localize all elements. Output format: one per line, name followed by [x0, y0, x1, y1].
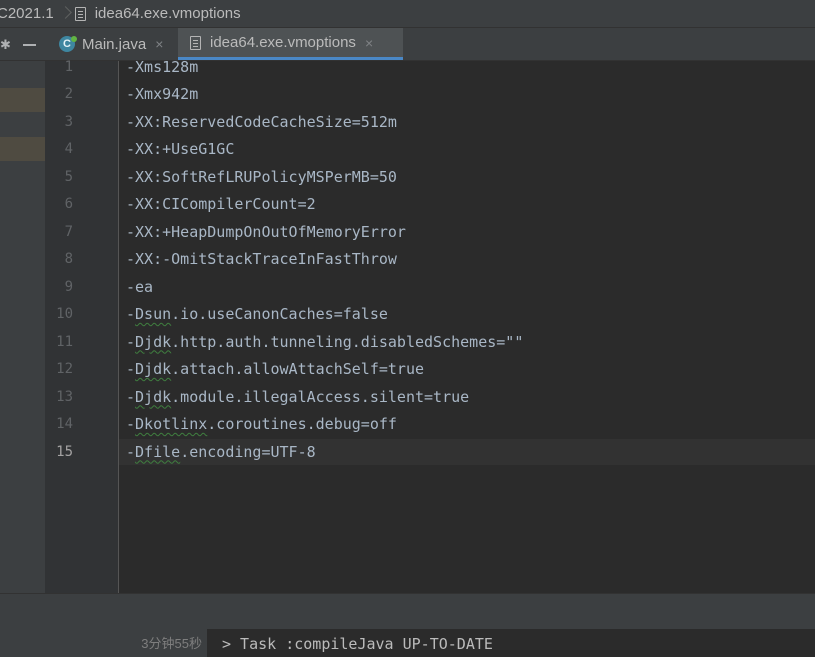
breadcrumb-file[interactable]: idea64.exe.vmoptions: [95, 5, 241, 22]
breadcrumb: C2021.1 idea64.exe.vmoptions: [0, 0, 815, 27]
code-text: .io.useCanonCaches=false: [171, 305, 388, 323]
code-text: .module.illegalAccess.silent=true: [171, 387, 470, 406]
close-icon[interactable]: ×: [155, 36, 163, 52]
code-text: -XX:SoftRefLRUPolicyMSPerMB=50: [126, 167, 397, 186]
line-number: 14: [56, 416, 73, 432]
line-number: 2: [64, 86, 73, 102]
code-text: -XX:+HeapDumpOnOutOfMemoryError: [126, 222, 406, 241]
code-text: -XX:+UseG1GC: [126, 140, 235, 158]
line-number: 10: [56, 306, 73, 322]
minimize-icon[interactable]: [23, 44, 36, 46]
line-number: 13: [56, 388, 73, 405]
console-output-line: > Task :compileJava UP-TO-DATE: [222, 635, 493, 653]
code-text: -: [126, 442, 136, 461]
settings-gear-icon[interactable]: ✱: [0, 37, 11, 53]
build-tree-panel: 3分钟55秒: [0, 629, 207, 657]
code-line: -XX:ReservedCodeCacheSize=512m: [126, 113, 397, 131]
spellcheck-word: Dsun: [135, 305, 172, 323]
code-text: -Xmx942m: [126, 85, 199, 103]
code-text: -XX:ReservedCodeCacheSize=512m: [126, 112, 397, 131]
line-number: 11: [56, 333, 73, 350]
code-text: -: [126, 305, 136, 323]
code-text: .http.auth.tunneling.disabledSchemes="": [171, 332, 524, 351]
code-text: -: [126, 387, 136, 406]
editor-tab-bar: ✱ C Main.java × idea64.exe.vmoptions ×: [0, 27, 815, 61]
tab-idea64-vmoptions[interactable]: idea64.exe.vmoptions ×: [178, 28, 403, 60]
code-line: -Djdk.attach.allowAttachSelf=true: [126, 360, 424, 378]
line-number: 9: [64, 278, 73, 295]
code-line: -Xmx942m: [126, 85, 198, 103]
code-text: .coroutines.debug=off: [207, 415, 397, 433]
code-line: -Dsun.io.useCanonCaches=false: [126, 305, 388, 323]
tab-label: idea64.exe.vmoptions: [210, 34, 356, 51]
code-text: .encoding=UTF-8: [180, 442, 316, 461]
file-icon: [74, 6, 86, 21]
code-text: -Xms128m: [126, 61, 199, 76]
code-line: -Djdk.http.auth.tunneling.disabledScheme…: [126, 333, 523, 351]
build-elapsed-time: 3分钟55秒: [141, 636, 202, 651]
spellcheck-word: Dfile: [135, 442, 181, 461]
code-line: -Djdk.module.illegalAccess.silent=true: [126, 388, 469, 406]
code-text: -: [126, 332, 136, 351]
chevron-right-icon: [61, 6, 69, 22]
line-number: 3: [64, 113, 73, 130]
line-number: 6: [64, 196, 73, 212]
spellcheck-word: Djdk: [135, 332, 172, 351]
spellcheck-word: Djdk: [135, 360, 172, 378]
code-editor[interactable]: -Xms128m -Xmx942m -XX:ReservedCodeCacheSiz…: [119, 61, 815, 593]
code-line: -XX:SoftRefLRUPolicyMSPerMB=50: [126, 168, 397, 186]
line-number: 15: [56, 443, 73, 460]
spellcheck-word: Djdk: [135, 387, 172, 406]
build-console[interactable]: > Task :compileJava UP-TO-DATE: [207, 629, 815, 657]
line-number: 7: [64, 223, 73, 240]
line-number-gutter: 1 2 3 4 5 6 7 8 9 10 11 12 13 14 15: [45, 58, 119, 593]
code-line: -ea: [126, 278, 153, 296]
breadcrumb-project[interactable]: C2021.1: [0, 5, 54, 22]
code-line: -Xms128m: [126, 61, 198, 76]
file-icon: [190, 35, 201, 50]
java-class-icon: C: [59, 36, 77, 52]
code-line: -Dfile.encoding=UTF-8: [126, 443, 316, 461]
code-line: -XX:CICompilerCount=2: [126, 195, 316, 213]
line-number: 5: [64, 168, 73, 185]
code-line: -XX:+UseG1GC: [126, 140, 234, 158]
line-number: 4: [64, 141, 73, 157]
code-text: -XX:CICompilerCount=2: [126, 195, 316, 213]
code-text: -: [126, 415, 136, 433]
line-number: 1: [64, 58, 73, 75]
tab-main-java[interactable]: C Main.java ×: [49, 28, 177, 60]
code-line: -Dkotlinx.coroutines.debug=off: [126, 415, 397, 433]
tool-window-header: [0, 593, 815, 629]
code-text: -: [126, 360, 136, 378]
close-icon[interactable]: ×: [365, 35, 373, 51]
line-number: 8: [64, 251, 73, 267]
project-panel-edge[interactable]: [0, 61, 45, 593]
code-line: -XX:-OmitStackTraceInFastThrow: [126, 250, 397, 268]
code-text: -ea: [126, 277, 154, 296]
project-tree-highlight: [0, 137, 45, 161]
tab-label: Main.java: [82, 35, 147, 53]
project-tree-highlight: [0, 88, 45, 112]
line-number: 12: [56, 361, 73, 377]
spellcheck-word: Dkotlinx: [135, 415, 208, 433]
code-text: .attach.allowAttachSelf=true: [171, 360, 425, 378]
code-text: -XX:-OmitStackTraceInFastThrow: [126, 250, 397, 268]
code-line: -XX:+HeapDumpOnOutOfMemoryError: [126, 223, 406, 241]
